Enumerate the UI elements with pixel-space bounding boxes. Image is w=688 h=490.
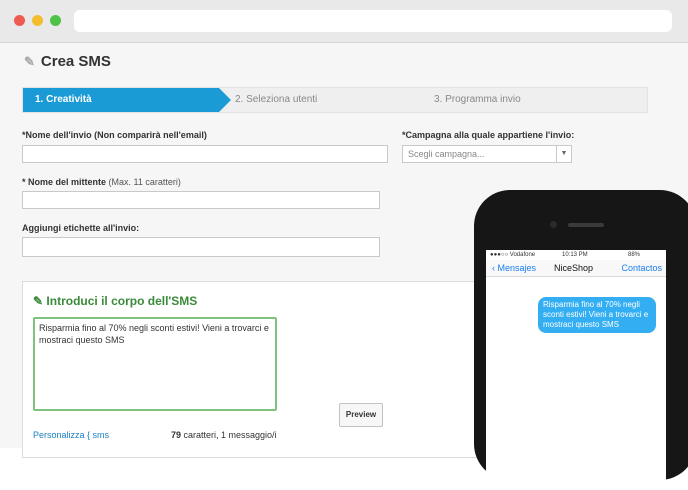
name-input[interactable]: [22, 145, 388, 163]
sms-section-title: ✎ Introduci il corpo dell'SMS: [33, 294, 198, 308]
edit-icon: ✎: [33, 294, 44, 308]
camera-icon: [550, 221, 557, 228]
browser-chrome: [0, 0, 688, 43]
phone-mockup: ●●●○○ Vodafone 10:13 PM 88% ‹ Mensajes N…: [474, 190, 688, 490]
back-button[interactable]: ‹ Mensajes: [492, 263, 536, 273]
contact-name: NiceShop: [554, 263, 594, 273]
campaign-label: *Campagna alla quale appartiene l'invio:: [402, 130, 575, 140]
phone-nav-bar: ‹ Mensajes NiceShop Contactos: [486, 260, 666, 277]
sms-body-panel: ✎ Introduci il corpo dell'SMS Risparmia …: [22, 281, 494, 458]
phone-screen: ●●●○○ Vodafone 10:13 PM 88% ‹ Mensajes N…: [486, 250, 666, 490]
character-count: 79 caratteri, 1 messaggio/i: [171, 430, 277, 440]
tags-label: Aggiungi etichette all'invio:: [22, 223, 140, 233]
step-seleziona-utenti[interactable]: 2. Seleziona utenti: [235, 88, 317, 112]
campaign-select[interactable]: Scegli campagna... ▼: [402, 145, 572, 163]
tags-input[interactable]: [22, 237, 380, 257]
maximize-dot-icon[interactable]: [50, 15, 61, 26]
personalize-link[interactable]: Personalizza { sms: [33, 430, 109, 440]
page-title: ✎ Crea SMS: [24, 53, 111, 70]
name-label: *Nome dell'invio (Non comparirà nell'ema…: [22, 130, 207, 140]
phone-status-bar: ●●●○○ Vodafone 10:13 PM 88%: [490, 252, 641, 258]
pencil-icon: ✎: [24, 53, 35, 69]
chevron-down-icon: ▼: [556, 146, 571, 162]
sms-bubble: Risparmia fino al 70% negli sconti estiv…: [538, 297, 656, 333]
sender-input[interactable]: [22, 191, 380, 209]
minimize-dot-icon[interactable]: [32, 15, 43, 26]
step-creativita[interactable]: 1. Creatività: [23, 88, 231, 112]
step-programma-invio[interactable]: 3. Programma invio: [434, 88, 521, 112]
close-dot-icon[interactable]: [14, 15, 25, 26]
wizard-steps: 1. Creatività 2. Seleziona utenti 3. Pro…: [22, 87, 648, 113]
address-bar[interactable]: [74, 10, 672, 32]
preview-button[interactable]: Preview: [339, 403, 383, 427]
speaker-icon: [568, 223, 604, 227]
sms-message-textarea[interactable]: Risparmia fino al 70% negli sconti estiv…: [33, 317, 277, 411]
chevron-left-icon: ‹: [492, 263, 495, 273]
contacts-button[interactable]: Contactos: [621, 263, 662, 273]
sender-label: * Nome del mittente (Max. 11 caratteri): [22, 177, 181, 187]
